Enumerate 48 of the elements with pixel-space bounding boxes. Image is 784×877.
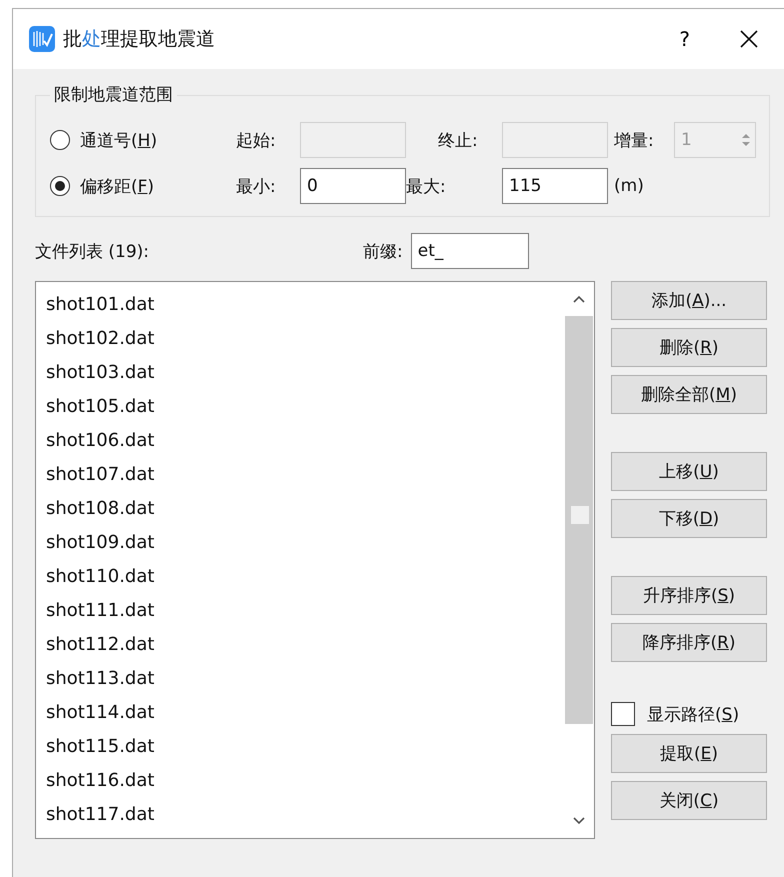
list-item[interactable]: shot114.dat	[46, 696, 553, 730]
side-button[interactable]: 升序排序(S)	[611, 576, 767, 615]
prefix-field[interactable]: et_	[410, 233, 529, 269]
file-list[interactable]: shot101.dat shot102.dat shot103.dat shot105.dat shot106.dat shot107.dat shot108.dat shot109.dat shot110.dat shot111.dat shot112.dat shot113.dat shot114.dat shot115.dat shot116.dat shot117.dat	[35, 281, 595, 839]
field-label: 起始:	[236, 130, 277, 152]
list-item[interactable]: shot103.dat	[46, 356, 553, 390]
side-button[interactable]: 下移(D)	[611, 499, 767, 538]
list-item[interactable]: shot106.dat	[46, 424, 553, 458]
list-item[interactable]: shot111.dat	[46, 594, 553, 628]
radio-button[interactable]	[50, 130, 70, 150]
side-button[interactable]: 关闭(C)	[611, 781, 767, 820]
list-item[interactable]: shot102.dat	[46, 322, 553, 356]
unit-label: (m)	[613, 176, 645, 196]
checkbox-label[interactable]: 显示路径(S)	[647, 702, 740, 726]
field-label: 最大:	[406, 176, 447, 198]
list-item[interactable]: shot101.dat	[46, 288, 553, 322]
list-item[interactable]: shot116.dat	[46, 764, 553, 798]
radio-label[interactable]: 通道号(H)	[80, 128, 158, 152]
checkbox[interactable]	[611, 702, 635, 726]
side-button[interactable]: 删除(R)	[611, 328, 767, 367]
side-button[interactable]: 上移(U)	[611, 452, 767, 491]
list-item[interactable]: shot113.dat	[46, 662, 553, 696]
list-item[interactable]: shot109.dat	[46, 526, 553, 560]
list-item[interactable]: shot112.dat	[46, 628, 553, 662]
close-icon[interactable]	[740, 30, 758, 48]
list-item[interactable]: shot107.dat	[46, 458, 553, 492]
list-item[interactable]: shot105.dat	[46, 390, 553, 424]
list-item[interactable]: shot110.dat	[46, 560, 553, 594]
side-button[interactable]: 添加(A)...	[611, 281, 767, 320]
list-item[interactable]: shot117.dat	[46, 798, 553, 832]
help-button[interactable]: ?	[671, 23, 698, 55]
radio-button[interactable]	[50, 176, 70, 196]
list-item[interactable]: shot115.dat	[46, 730, 553, 764]
radio-label[interactable]: 偏移距(F)	[80, 174, 154, 198]
side-button[interactable]: 提取(E)	[611, 734, 767, 773]
scroll-thumb[interactable]	[570, 506, 588, 524]
side-button[interactable]: 删除全部(M)	[611, 375, 767, 414]
input-field[interactable]: 115	[502, 168, 608, 204]
list-item[interactable]: shot108.dat	[46, 492, 553, 526]
app-icon	[29, 26, 55, 52]
field-label: 增量:	[613, 130, 655, 152]
window-title: 批处理提取地震道	[63, 27, 216, 52]
input-field[interactable]: 0	[300, 168, 406, 204]
field-label: 最小:	[236, 176, 277, 198]
field-label: 终止:	[437, 130, 479, 152]
side-button[interactable]: 降序排序(R)	[611, 623, 767, 662]
field-label: 前缀:	[363, 240, 403, 262]
list-label: 文件列表 (19):	[35, 240, 150, 262]
